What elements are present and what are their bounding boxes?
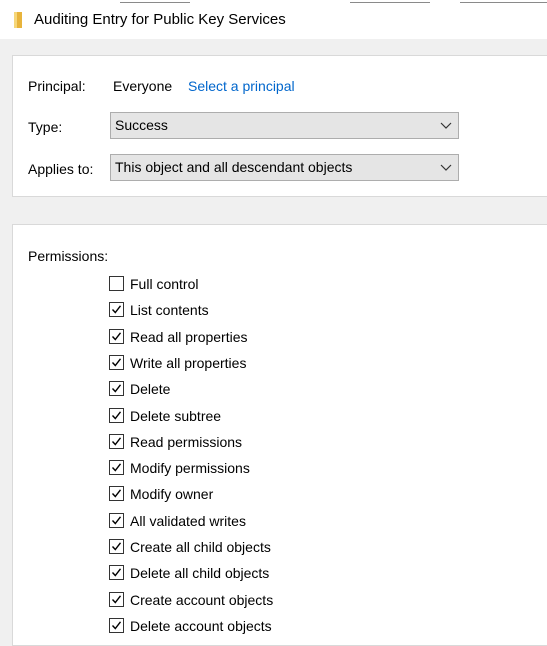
- permission-label: Create all child objects: [130, 539, 271, 555]
- checkmark-icon: [111, 358, 122, 367]
- checkmark-icon: [111, 384, 122, 393]
- permission-label: Write all properties: [130, 354, 247, 371]
- applies-to-dropdown[interactable]: This object and all descendant objects: [110, 154, 459, 181]
- checkmark-icon: [111, 463, 122, 472]
- checkmark-icon: [111, 305, 122, 314]
- applies-to-label: Applies to:: [28, 161, 94, 177]
- checkmark-icon: [111, 437, 122, 446]
- permission-checkbox[interactable]: [109, 381, 124, 397]
- permission-label: Full control: [130, 276, 199, 292]
- permission-label: Read permissions: [130, 433, 243, 450]
- chevron-down-icon: [440, 164, 452, 171]
- permission-label: Read all properties: [130, 328, 248, 345]
- checkmark-icon: [111, 594, 122, 604]
- permission-label: Delete all child objects: [130, 565, 270, 582]
- permission-checkbox[interactable]: [109, 276, 124, 291]
- checkmark-icon: [111, 542, 122, 551]
- permissions-label: Permissions:: [28, 248, 109, 264]
- permission-label: Delete subtree: [130, 407, 222, 424]
- title-bar: Auditing Entry for Public Key Services: [0, 3, 547, 39]
- permission-checkbox[interactable]: [109, 302, 124, 318]
- permission-checkbox[interactable]: [109, 539, 124, 554]
- principal-label: Principal:: [28, 78, 86, 94]
- principal-value: Everyone: [113, 78, 173, 94]
- permission-checkbox[interactable]: [109, 407, 124, 423]
- checkmark-icon: [111, 410, 122, 420]
- permission-label: Delete account objects: [130, 617, 272, 634]
- type-dropdown[interactable]: Success: [110, 112, 459, 139]
- checkmark-icon: [111, 516, 122, 525]
- permission-label: All validated writes: [130, 512, 246, 529]
- permission-label: Delete: [130, 381, 171, 398]
- chevron-down-icon: [440, 122, 452, 129]
- window-title: Auditing Entry for Public Key Services: [34, 11, 286, 28]
- type-dropdown-value: Success: [115, 117, 168, 133]
- permissions-panel: Permissions: Full control List contents Re…: [12, 224, 547, 646]
- permission-label: Create account objects: [130, 591, 274, 608]
- permission-checkbox[interactable]: [109, 591, 124, 607]
- permission-checkbox[interactable]: [109, 460, 124, 476]
- permission-checkbox[interactable]: [109, 512, 124, 528]
- folder-icon: [14, 12, 22, 28]
- permission-checkbox[interactable]: [109, 486, 124, 502]
- applies-to-dropdown-value: This object and all descendant objects: [115, 159, 353, 175]
- type-label: Type:: [28, 119, 63, 135]
- permission-checkbox[interactable]: [109, 354, 124, 370]
- permission-checkbox[interactable]: [109, 328, 124, 344]
- checkmark-icon: [111, 568, 122, 577]
- principal-panel: Principal: Everyone Select a principal T…: [12, 55, 547, 197]
- permission-label: Modify permissions: [130, 460, 250, 477]
- permission-label: List contents: [130, 302, 209, 319]
- permission-checkbox[interactable]: [109, 617, 124, 633]
- permission-checkbox[interactable]: [109, 565, 124, 581]
- checkmark-icon: [111, 621, 122, 630]
- permission-label: Modify owner: [130, 486, 214, 503]
- checkmark-icon: [111, 331, 122, 341]
- permission-checkbox[interactable]: [109, 433, 124, 449]
- checkmark-icon: [111, 489, 122, 498]
- select-principal-link[interactable]: Select a principal: [188, 77, 295, 95]
